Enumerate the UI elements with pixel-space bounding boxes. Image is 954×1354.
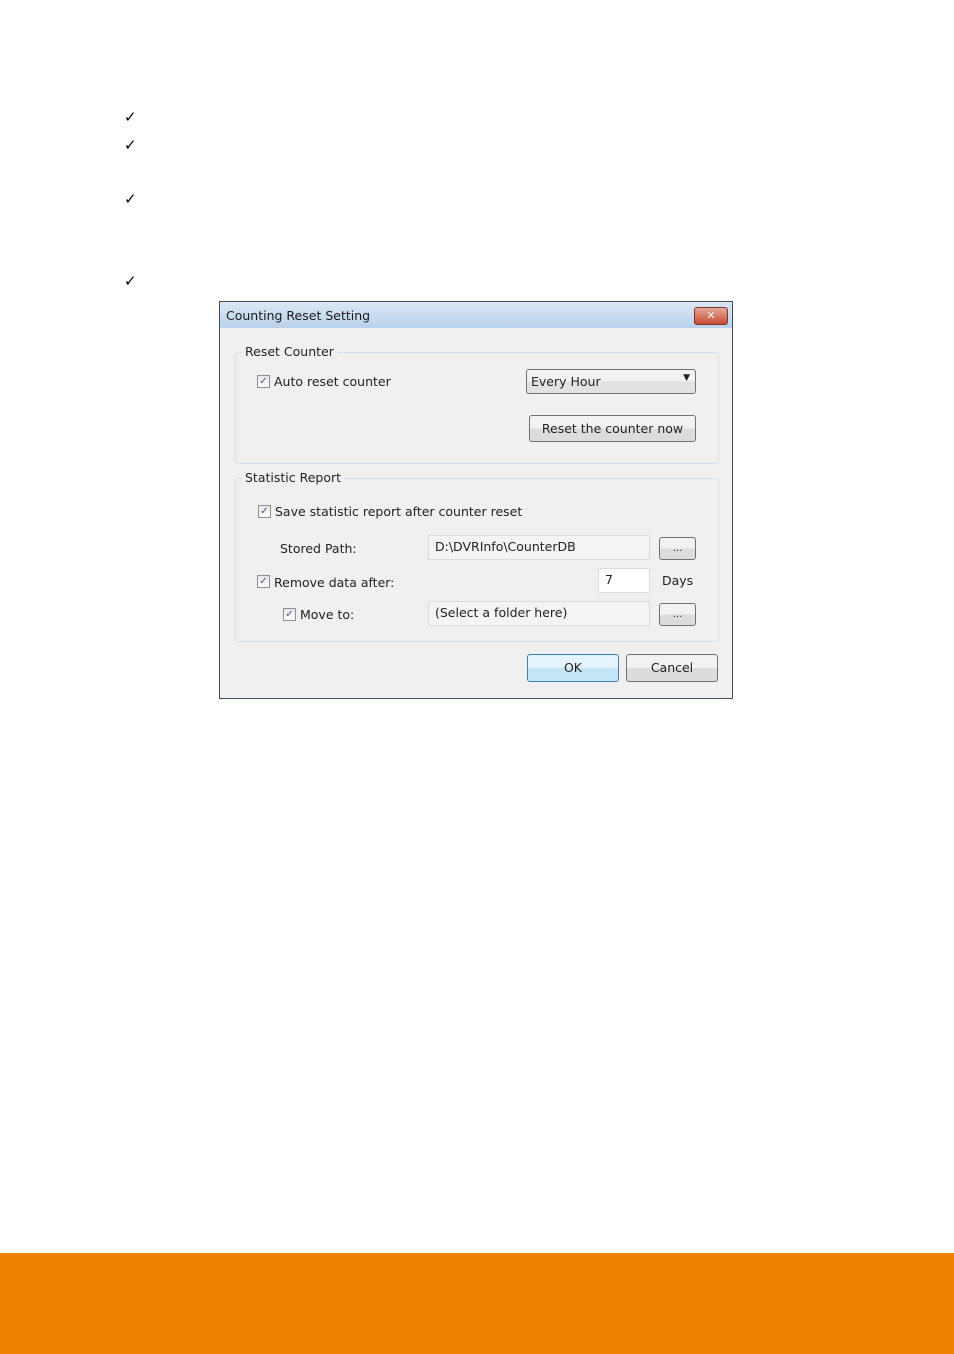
- move-to-label: Move to:: [300, 607, 355, 622]
- ok-button[interactable]: OK: [527, 654, 619, 682]
- interval-dropdown[interactable]: Every Hour ▼: [526, 369, 696, 394]
- days-unit-label: Days: [662, 573, 694, 588]
- checkmark-icon: ✓: [124, 108, 137, 126]
- auto-reset-checkbox[interactable]: ✓: [257, 375, 270, 388]
- days-input[interactable]: 7: [598, 568, 650, 593]
- remove-data-checkbox[interactable]: ✓: [257, 575, 270, 588]
- statistic-report-group-label: Statistic Report: [242, 470, 345, 485]
- chevron-down-icon: ▼: [683, 373, 690, 383]
- remove-data-label: Remove data after:: [274, 575, 395, 590]
- cancel-button[interactable]: Cancel: [626, 654, 718, 682]
- page-footer-bar: [0, 1253, 954, 1354]
- checkmark-icon: ✓: [124, 272, 137, 290]
- reset-now-button[interactable]: Reset the counter now: [529, 415, 696, 442]
- checkmark-icon: ✓: [124, 190, 137, 208]
- close-button[interactable]: ✕: [694, 307, 728, 325]
- browse-move-to-button[interactable]: ...: [659, 603, 696, 626]
- title-bar[interactable]: Counting Reset Setting ✕: [220, 302, 732, 328]
- save-report-label: Save statistic report after counter rese…: [275, 504, 523, 519]
- stored-path-label: Stored Path:: [280, 541, 357, 556]
- move-to-folder-field[interactable]: (Select a folder here): [428, 601, 650, 626]
- auto-reset-label: Auto reset counter: [274, 374, 391, 389]
- counting-reset-dialog: Counting Reset Setting ✕ Reset Counter ✓…: [219, 301, 733, 699]
- stored-path-field[interactable]: D:\DVRInfo\CounterDB: [428, 535, 650, 560]
- browse-stored-path-button[interactable]: ...: [659, 537, 696, 560]
- interval-selected: Every Hour: [531, 374, 601, 389]
- reset-counter-group-label: Reset Counter: [242, 344, 337, 359]
- checkmark-icon: ✓: [124, 136, 137, 154]
- dialog-title: Counting Reset Setting: [226, 308, 371, 323]
- move-to-checkbox[interactable]: ✓: [283, 608, 296, 621]
- save-report-checkbox[interactable]: ✓: [258, 505, 271, 518]
